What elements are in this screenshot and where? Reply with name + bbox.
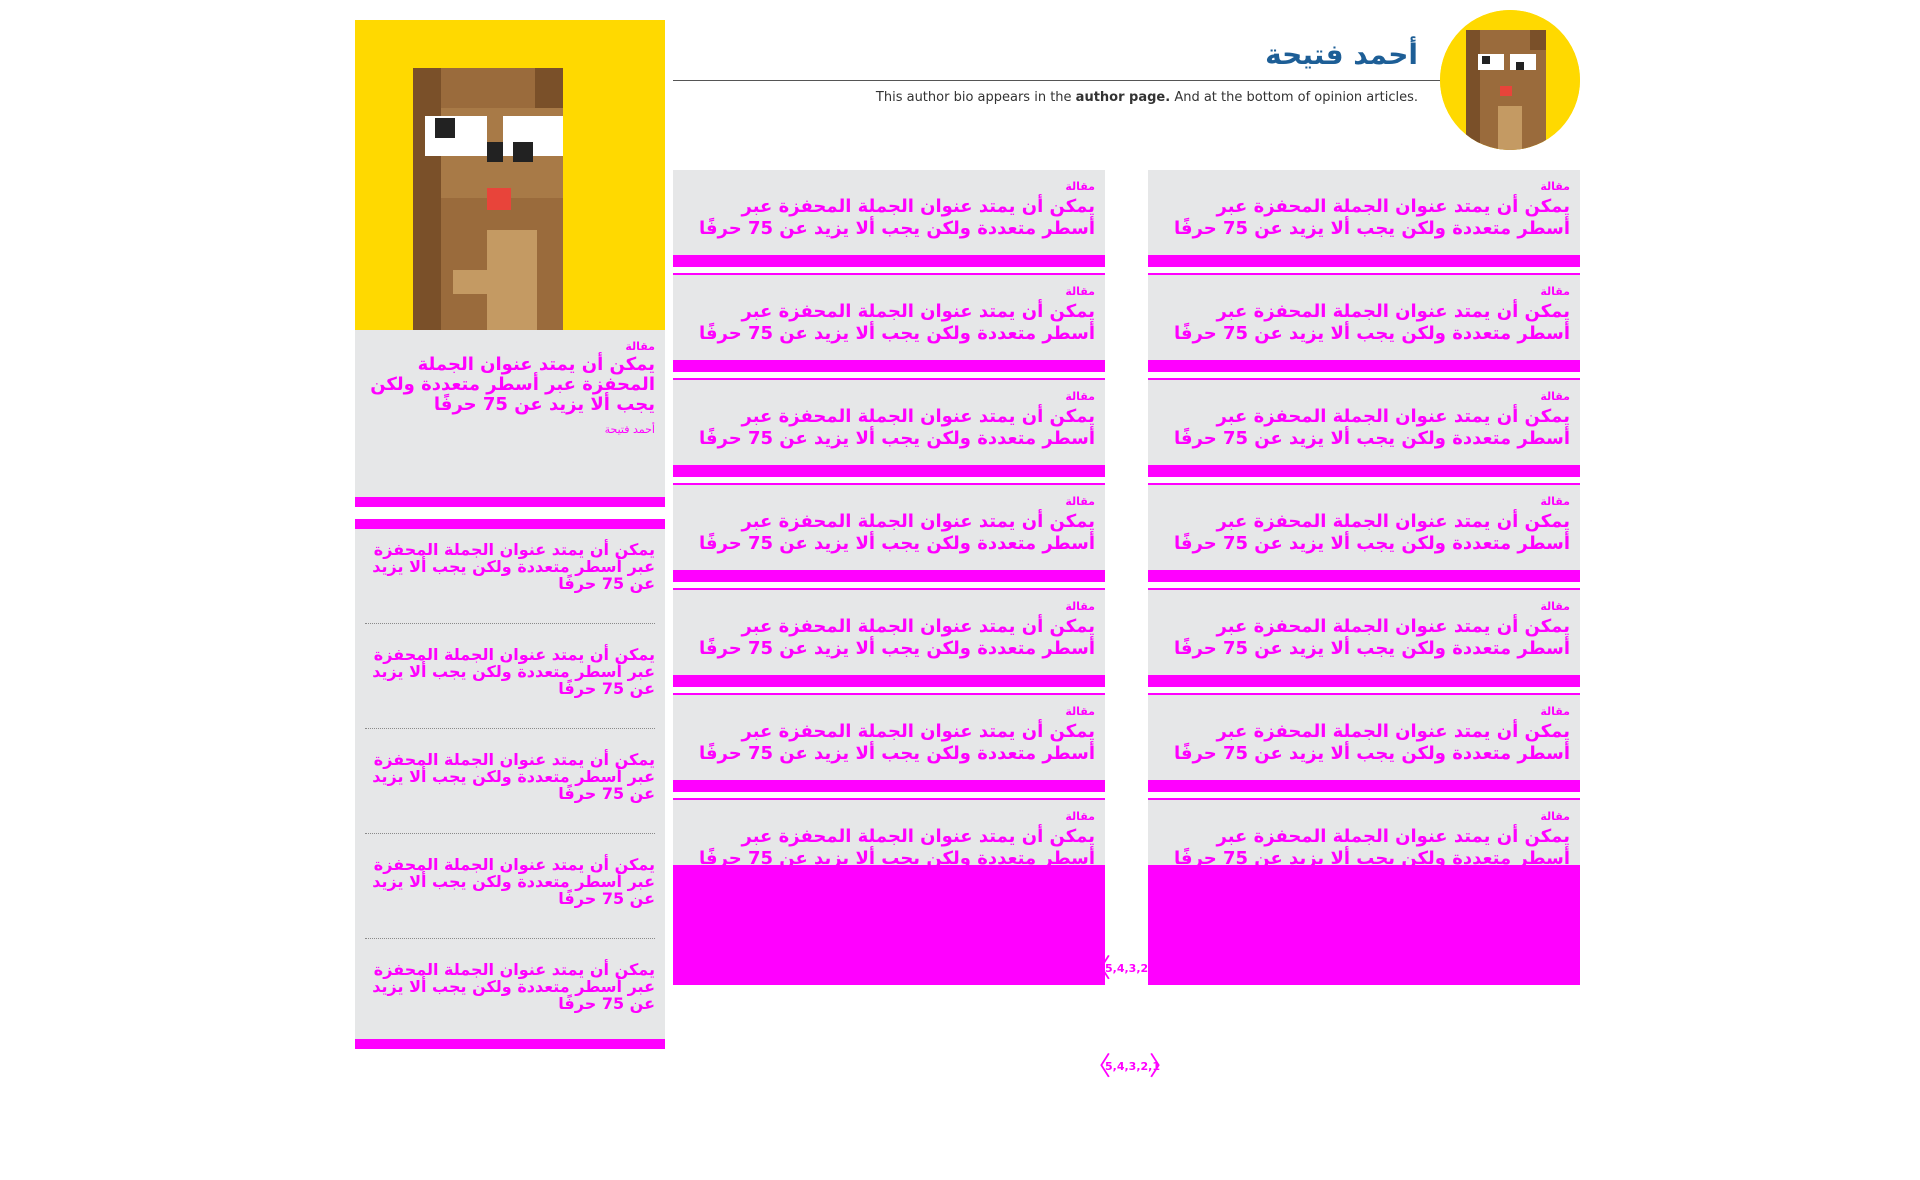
card-bar <box>1148 465 1580 477</box>
card-kicker: مقالة <box>1540 600 1570 613</box>
card-title[interactable]: يمكن أن يمتد عنوان الجملة المحفزة عبر أس… <box>1158 721 1570 765</box>
header-divider <box>673 80 1440 81</box>
article-card[interactable]: مقالة يمكن أن يمتد عنوان الجملة المحفزة ع… <box>673 275 1105 390</box>
article-card[interactable]: مقالة يمكن أن يمتد عنوان الجملة المحفزة ع… <box>1148 380 1580 495</box>
article-card[interactable]: مقالة يمكن أن يمتد عنوان الجملة المحفزة ع… <box>1148 170 1580 285</box>
featured-divider <box>355 497 665 507</box>
article-card[interactable]: مقالة يمكن أن يمتد عنوان الجملة المحفزة ع… <box>673 485 1105 600</box>
featured-byline[interactable]: أحمد فتيحة <box>365 423 655 436</box>
list-item[interactable]: يمكن أن يمتد عنوان الجملة المحفزة عبر أس… <box>365 729 655 834</box>
left-column: مقالة يمكن أن يمتد عنوان الجملة المحفزة … <box>355 20 665 1049</box>
card-kicker: مقالة <box>1540 180 1570 193</box>
card-kicker: مقالة <box>1065 180 1095 193</box>
article-card[interactable]: مقالة يمكن أن يمتد عنوان الجملة المحفزة ع… <box>1148 695 1580 810</box>
card-bar <box>673 360 1105 372</box>
card-kicker: مقالة <box>1540 495 1570 508</box>
author-header: أحمد فتيحة This author bio appears in th… <box>673 10 1580 160</box>
card-kicker: مقالة <box>1065 810 1095 823</box>
pagination: 〈 5,4,3,2,1 〉 <box>1085 1053 1175 1083</box>
article-card[interactable]: مقالة يمكن أن يمتد عنوان الجملة المحفزة ع… <box>1148 275 1580 390</box>
list-item[interactable]: يمكن أن يمتد عنوان الجملة المحفزة عبر أس… <box>365 519 655 624</box>
card-title[interactable]: يمكن أن يمتد عنوان الجملة المحفزة عبر أس… <box>683 511 1095 555</box>
article-card[interactable]: مقالة يمكن أن يمتد عنوان الجملة المحفزة ع… <box>673 590 1105 705</box>
article-card[interactable]: مقالة يمكن أن يمتد عنوان الجملة المحفزة ع… <box>673 695 1105 810</box>
author-avatar[interactable] <box>1440 10 1580 150</box>
pixel-bear-avatar <box>1440 10 1580 150</box>
card-title[interactable]: يمكن أن يمتد عنوان الجملة المحفزة عبر أس… <box>683 406 1095 450</box>
card-title[interactable]: يمكن أن يمتد عنوان الجملة المحفزة عبر أس… <box>1158 616 1570 660</box>
card-title[interactable]: يمكن أن يمتد عنوان الجملة المحفزة عبر أس… <box>1158 826 1570 870</box>
featured-article[interactable]: مقالة يمكن أن يمتد عنوان الجملة المحفزة … <box>355 330 665 497</box>
featured-image[interactable] <box>355 20 665 330</box>
author-bio: This author bio appears in the author pa… <box>876 90 1418 105</box>
card-bar <box>1148 780 1580 792</box>
card-kicker: مقالة <box>1540 285 1570 298</box>
article-list: يمكن أن يمتد عنوان الجملة المحفزة عبر أس… <box>355 519 665 1039</box>
list-item[interactable]: يمكن أن يمتد عنوان الجملة المحفزة عبر أس… <box>365 939 655 1044</box>
pagination: 〈 5,4,3,2,1 〉 <box>1085 955 1175 985</box>
card-bar <box>1148 255 1580 267</box>
card-title[interactable]: يمكن أن يمتد عنوان الجملة المحفزة عبر أس… <box>683 301 1095 345</box>
card-bar <box>1148 675 1580 687</box>
bio-suffix: And at the bottom of opinion articles. <box>1170 90 1418 105</box>
card-title[interactable]: يمكن أن يمتد عنوان الجملة المحفزة عبر أس… <box>1158 406 1570 450</box>
article-card[interactable]: مقالة يمكن أن يمتد عنوان الجملة المحفزة ع… <box>673 170 1105 285</box>
card-bar <box>1148 360 1580 372</box>
card-bar <box>673 465 1105 477</box>
card-title[interactable]: يمكن أن يمتد عنوان الجملة المحفزة عبر أس… <box>683 616 1095 660</box>
card-kicker: مقالة <box>1540 705 1570 718</box>
list-divider <box>355 519 665 529</box>
grid-column-right: مقالة يمكن أن يمتد عنوان الجملة المحفزة ع… <box>1148 170 1580 985</box>
grid-column-left: مقالة يمكن أن يمتد عنوان الجملة المحفزة ع… <box>673 170 1105 985</box>
card-title[interactable]: يمكن أن يمتد عنوان الجملة المحفزة عبر أس… <box>683 196 1095 240</box>
card-title[interactable]: يمكن أن يمتد عنوان الجملة المحفزة عبر أس… <box>683 826 1095 870</box>
featured-title[interactable]: يمكن أن يمتد عنوان الجملة المحفزة عبر أس… <box>365 355 655 415</box>
card-kicker: مقالة <box>1065 600 1095 613</box>
list-item[interactable]: يمكن أن يمتد عنوان الجملة المحفزة عبر أس… <box>365 834 655 939</box>
ad-placeholder <box>1148 865 1580 985</box>
bio-prefix: This author bio appears in the <box>875 90 1076 105</box>
card-kicker: مقالة <box>1065 285 1095 298</box>
card-bar <box>673 780 1105 792</box>
article-card[interactable]: مقالة يمكن أن يمتد عنوان الجملة المحفزة ع… <box>1148 485 1580 600</box>
list-item[interactable]: يمكن أن يمتد عنوان الجملة المحفزة عبر أس… <box>365 624 655 729</box>
card-kicker: مقالة <box>1065 390 1095 403</box>
article-card[interactable]: مقالة يمكن أن يمتد عنوان الجملة المحفزة ع… <box>673 380 1105 495</box>
card-bar <box>1148 570 1580 582</box>
card-kicker: مقالة <box>1540 810 1570 823</box>
card-bar <box>673 255 1105 267</box>
pixel-bear-image <box>355 20 665 330</box>
card-bar <box>673 675 1105 687</box>
card-title[interactable]: يمكن أن يمتد عنوان الجملة المحفزة عبر أس… <box>1158 301 1570 345</box>
article-card[interactable]: مقالة يمكن أن يمتد عنوان الجملة المحفزة ع… <box>1148 590 1580 705</box>
bio-bold: author page. <box>1075 90 1171 105</box>
card-title[interactable]: يمكن أن يمتد عنوان الجملة المحفزة عبر أس… <box>1158 511 1570 555</box>
next-page-icon[interactable]: 〉 <box>1149 1053 1175 1081</box>
ad-placeholder <box>673 865 1105 985</box>
next-page-icon[interactable]: 〉 <box>1149 955 1175 983</box>
author-name: أحمد فتيحة <box>1265 38 1418 71</box>
card-kicker: مقالة <box>1065 705 1095 718</box>
card-title[interactable]: يمكن أن يمتد عنوان الجملة المحفزة عبر أس… <box>1158 196 1570 240</box>
card-bar <box>673 570 1105 582</box>
card-title[interactable]: يمكن أن يمتد عنوان الجملة المحفزة عبر أس… <box>683 721 1095 765</box>
featured-kicker: مقالة <box>625 340 655 353</box>
card-kicker: مقالة <box>1540 390 1570 403</box>
card-kicker: مقالة <box>1065 495 1095 508</box>
page-content: مقالة يمكن أن يمتد عنوان الجملة المحفزة … <box>355 10 1580 1170</box>
